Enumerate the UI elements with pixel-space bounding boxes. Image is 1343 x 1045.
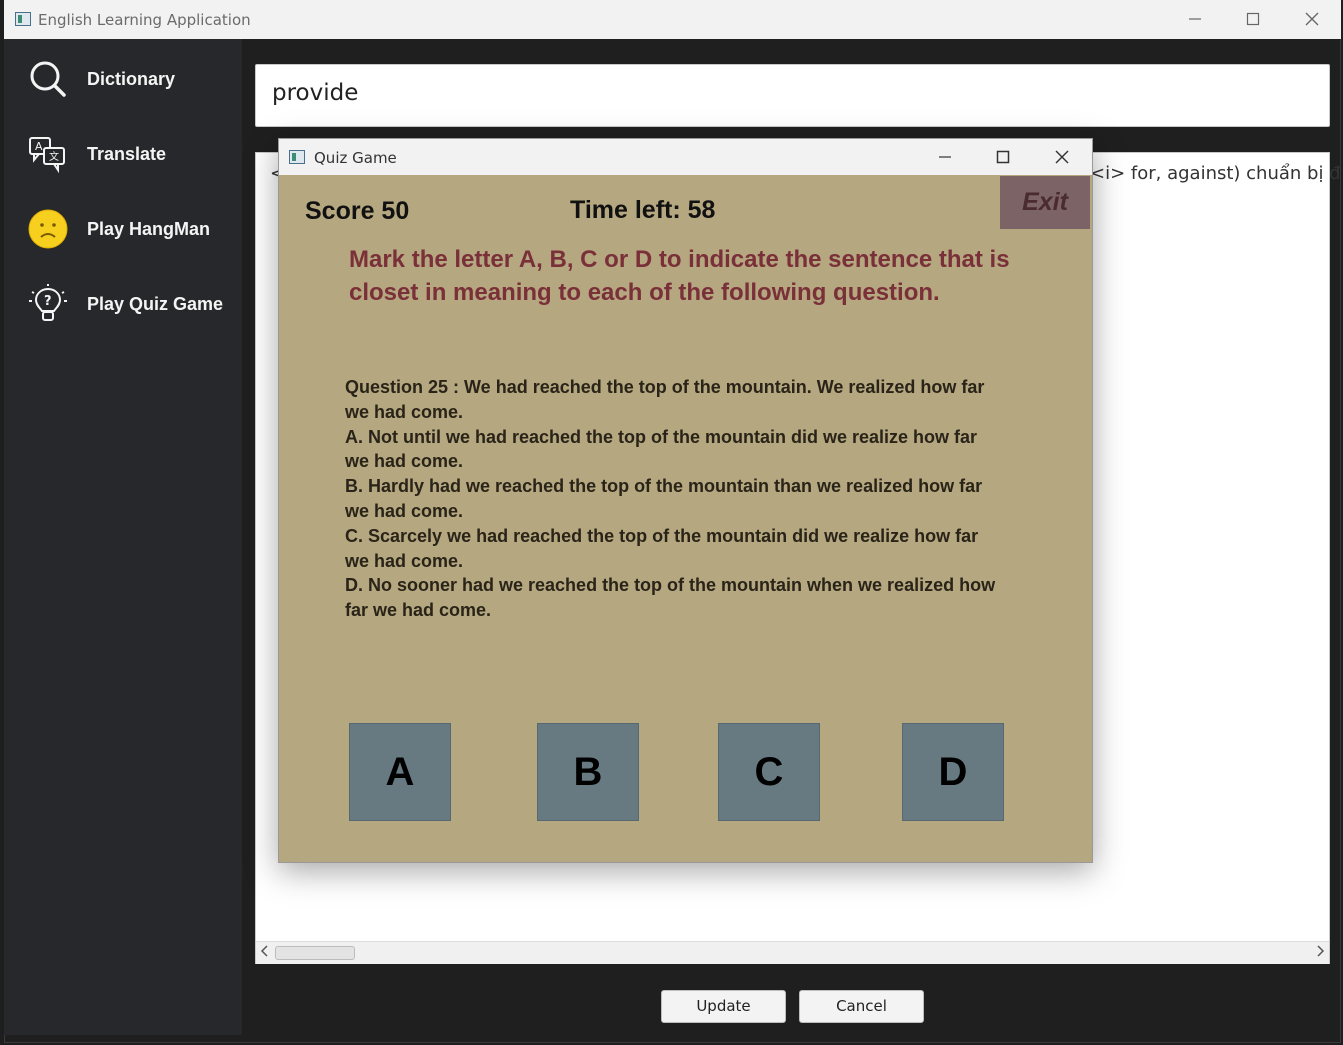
maximize-icon bbox=[1246, 12, 1260, 26]
score-label: Score 50 bbox=[305, 197, 410, 225]
option-d-text: D. No sooner had we reached the top of t… bbox=[345, 575, 996, 596]
option-b-text: B. Hardly had we reached the top of the … bbox=[345, 476, 983, 497]
update-button[interactable]: Update bbox=[661, 990, 786, 1023]
search-input[interactable] bbox=[270, 79, 1274, 107]
answer-d-button[interactable]: D bbox=[902, 723, 1004, 821]
definition-text: <i> for, against) chuẩn bị đ bbox=[1090, 163, 1341, 184]
option-a-text: we had come. bbox=[345, 451, 464, 472]
scrollbar-thumb[interactable] bbox=[275, 946, 355, 960]
scroll-right-icon[interactable] bbox=[1315, 944, 1325, 961]
sidebar-item-label: Play HangMan bbox=[87, 219, 211, 239]
window-title: English Learning Application bbox=[38, 11, 251, 29]
sidebar-item-hangman[interactable]: Play HangMan bbox=[28, 206, 238, 252]
svg-text:?: ? bbox=[44, 294, 52, 309]
maximize-button[interactable] bbox=[1233, 0, 1273, 39]
title-bar: English Learning Application bbox=[4, 0, 1341, 39]
option-c-text: we had come. bbox=[345, 550, 464, 571]
svg-text:文: 文 bbox=[49, 150, 59, 163]
sidebar-item-translate[interactable]: A 文 Translate bbox=[28, 131, 238, 177]
answer-a-button[interactable]: A bbox=[349, 723, 451, 821]
quiz-close-button[interactable] bbox=[1044, 139, 1080, 175]
close-icon bbox=[1305, 12, 1319, 26]
question-line: Question 25 : We had reached the top of … bbox=[345, 377, 985, 397]
answer-c-button[interactable]: C bbox=[718, 723, 820, 821]
sidebar-item-dictionary[interactable]: Dictionary bbox=[28, 56, 238, 102]
cancel-button[interactable]: Cancel bbox=[799, 990, 924, 1023]
quiz-dialog: Quiz Game Score 50 Time left: 58 Exit Ma… bbox=[278, 138, 1093, 863]
time-left-label: Time left: 58 bbox=[570, 196, 716, 224]
sad-face-icon bbox=[28, 209, 68, 249]
minimize-icon bbox=[1189, 18, 1201, 20]
minimize-icon bbox=[939, 156, 951, 158]
app-icon bbox=[289, 150, 305, 164]
option-d-text: far we had come. bbox=[345, 600, 492, 621]
sidebar-item-label: Dictionary bbox=[87, 69, 176, 89]
option-a-text: A. Not until we had reached the top of t… bbox=[345, 426, 978, 447]
close-icon bbox=[1055, 150, 1069, 164]
close-button[interactable] bbox=[1292, 0, 1332, 39]
option-c-text: C. Scarcely we had reached the top of th… bbox=[345, 525, 979, 546]
sidebar-item-label: Translate bbox=[87, 144, 167, 164]
translate-icon: A 文 bbox=[29, 137, 65, 174]
app-icon bbox=[15, 12, 31, 26]
maximize-icon bbox=[996, 150, 1010, 164]
answer-b-button[interactable]: B bbox=[537, 723, 639, 821]
exit-button[interactable]: Exit bbox=[1000, 176, 1090, 229]
scroll-left-icon[interactable] bbox=[260, 944, 270, 961]
quiz-instruction: Mark the letter A, B, C or D to indicate… bbox=[349, 246, 1010, 306]
svg-text:A: A bbox=[35, 140, 43, 153]
sidebar-item-label: Play Quiz Game bbox=[87, 294, 224, 314]
sidebar: Dictionary A 文 Translate Play HangMan ? bbox=[4, 39, 242, 1035]
horizontal-scrollbar[interactable] bbox=[256, 941, 1329, 964]
question-line: we had come. bbox=[345, 401, 464, 422]
quiz-minimize-button[interactable] bbox=[927, 139, 963, 175]
search-icon bbox=[30, 61, 66, 97]
search-field[interactable] bbox=[255, 64, 1330, 127]
quiz-window-title: Quiz Game bbox=[314, 149, 397, 167]
minimize-button[interactable] bbox=[1175, 0, 1215, 39]
lightbulb-question-icon: ? bbox=[29, 284, 67, 321]
sidebar-item-quiz-game[interactable]: ? Play Quiz Game bbox=[28, 281, 238, 327]
quiz-title-bar: Quiz Game bbox=[279, 139, 1092, 175]
option-b-text: we had come. bbox=[345, 500, 464, 521]
quiz-maximize-button[interactable] bbox=[985, 139, 1021, 175]
quiz-body: Score 50 Time left: 58 Exit Mark the let… bbox=[279, 175, 1092, 862]
question-text: Question 25 : We had reached the top of … bbox=[345, 375, 1035, 623]
